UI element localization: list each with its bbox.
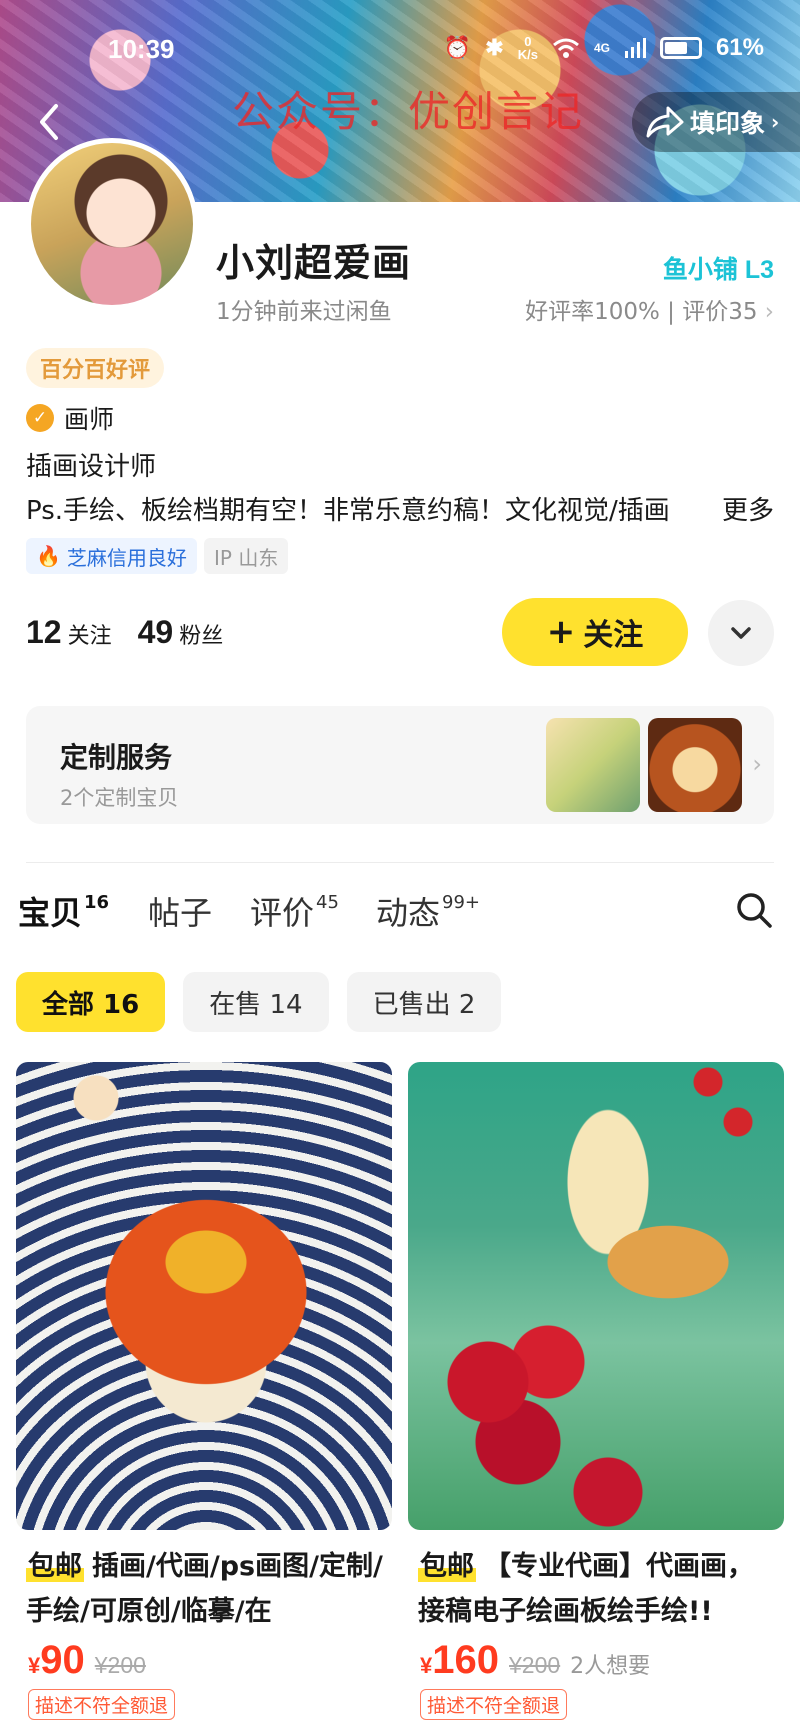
custom-service-title: 定制服务 — [60, 741, 173, 774]
fans-label: 粉丝 — [179, 624, 224, 649]
chevron-down-icon — [731, 627, 751, 639]
refund-tag: 描述不符全额退 — [420, 1689, 568, 1720]
tab-posts[interactable]: 帖子 — [148, 888, 212, 934]
filter-all[interactable]: 全部 16 — [16, 972, 166, 1032]
bio-line: Ps.手绘、板绘档期有空！非常乐意约稿！文化视觉/插画 — [26, 496, 670, 526]
status-icons: ⏰ ✱ 0 K/s 4G 61% — [444, 34, 764, 62]
product-title: 包邮 【专业代画】代画画，接稿电子绘画板绘手绘!! — [408, 1544, 784, 1634]
following-label: 关注 — [67, 624, 112, 649]
product-title: 包邮 插画/代画/ps画图/定制/手绘/可原创/临摹/在 — [16, 1544, 392, 1634]
battery-level: 61% — [715, 34, 764, 61]
watermark: 公众号：优创言记 — [232, 87, 585, 136]
last-seen: 1分钟前来过闲鱼 — [216, 299, 392, 325]
active-tab-indicator — [18, 932, 88, 944]
tab-label: 动态 — [376, 894, 441, 932]
role-text: 画师 — [64, 405, 115, 434]
net-speed: 0 K/s — [517, 34, 538, 62]
alarm-icon: ⏰ — [443, 35, 472, 60]
share-label: 填印象 — [690, 109, 766, 138]
bluetooth-icon: ✱ — [485, 35, 504, 60]
product-card[interactable]: 包邮 【专业代画】代画画，接稿电子绘画板绘手绘!! ¥160 ¥200 2人想要 … — [408, 1062, 784, 1720]
tab-count: 45 — [316, 892, 339, 913]
follow-stats: 12 关注 49 粉丝 — [26, 614, 223, 651]
fans-count: 49 — [137, 614, 174, 650]
product-price: ¥90 — [28, 1638, 85, 1682]
battery-icon — [659, 37, 702, 59]
custom-item-thumbnail — [648, 718, 742, 812]
credit-chip-label: 芝麻信用良好 — [66, 545, 187, 570]
flame-icon: 🔥 — [36, 544, 61, 568]
verified-icon: ✓ — [26, 404, 54, 432]
plus-icon: + — [546, 612, 576, 652]
share-icon — [646, 106, 684, 138]
share-impression-button[interactable]: 填印象 › — [632, 92, 800, 152]
free-shipping-badge: 包邮 — [418, 1551, 476, 1582]
original-price: ¥200 — [94, 1652, 146, 1678]
tab-label: 评价 — [250, 894, 315, 932]
status-time: 10:39 — [108, 34, 175, 64]
tab-count: 16 — [84, 892, 110, 913]
bio-line: 插画设计师 — [26, 452, 157, 482]
ip-chip: IP 山东 — [204, 538, 289, 574]
shop-name: 小刘超爱画 — [216, 241, 412, 285]
following-stat[interactable]: 12 关注 — [26, 614, 112, 651]
role-label: ✓ 画师 — [26, 400, 114, 436]
following-count: 12 — [26, 614, 62, 650]
custom-item-thumbnail — [546, 718, 640, 812]
wants-count: 2人想要 — [570, 1654, 651, 1679]
chevron-right-icon: › — [771, 110, 780, 134]
product-image — [408, 1062, 784, 1530]
custom-service-subtitle: 2个定制宝贝 — [60, 786, 179, 810]
avatar[interactable] — [26, 138, 198, 310]
custom-service-card[interactable]: 定制服务 2个定制宝贝 › — [26, 706, 774, 824]
search-icon[interactable] — [734, 890, 774, 930]
shop-level-badge[interactable]: 鱼小铺 L3 — [663, 250, 774, 286]
bio-more-link[interactable]: 更多 — [695, 490, 774, 527]
signal-icon — [624, 38, 646, 58]
price-row: ¥160 ¥200 2人想要 — [408, 1638, 784, 1683]
tab-bar: 宝贝 16 帖子 评价 45 动态 99+ — [18, 880, 782, 944]
free-shipping-badge: 包邮 — [26, 1551, 84, 1582]
chevron-right-icon: › — [752, 750, 762, 778]
more-options-button[interactable] — [708, 600, 774, 666]
tab-count: 99+ — [442, 892, 481, 913]
chevron-right-icon: › — [764, 299, 774, 325]
credit-chip[interactable]: 🔥 芝麻信用良好 — [26, 538, 197, 574]
follow-label: 关注 — [583, 618, 644, 653]
price-row: ¥90 ¥200 — [16, 1638, 392, 1683]
follow-button[interactable]: + 关注 — [502, 598, 688, 666]
filter-chips: 全部 16 在售 14 已售出 2 — [16, 972, 502, 1032]
product-card[interactable]: 包邮 插画/代画/ps画图/定制/手绘/可原创/临摹/在 ¥90 ¥200 描述不… — [16, 1062, 392, 1720]
product-price: ¥160 — [420, 1638, 499, 1682]
tab-activity[interactable]: 动态 99+ — [376, 888, 480, 934]
refund-tag: 描述不符全额退 — [28, 1689, 176, 1720]
good-review-tag: 百分百好评 — [26, 348, 165, 388]
filter-on-sale[interactable]: 在售 14 — [183, 972, 329, 1032]
tab-reviews[interactable]: 评价 45 — [250, 888, 339, 934]
back-arrow-icon[interactable] — [34, 100, 64, 144]
tab-label: 宝贝 — [18, 894, 83, 932]
tab-items[interactable]: 宝贝 16 — [18, 888, 110, 944]
filter-sold[interactable]: 已售出 2 — [346, 972, 502, 1032]
divider — [26, 862, 774, 863]
original-price: ¥200 — [509, 1652, 561, 1678]
product-image — [16, 1062, 392, 1530]
rating-text: 好评率100% | 评价35 — [525, 299, 758, 325]
status-bar: 10:39 ⏰ ✱ 0 K/s 4G 61% — [0, 32, 800, 68]
rating-link[interactable]: 好评率100% | 评价35 › — [525, 292, 774, 326]
tab-label: 帖子 — [148, 894, 213, 932]
signal-type: 4G — [593, 41, 610, 55]
wifi-icon — [552, 38, 579, 58]
fans-stat[interactable]: 49 粉丝 — [138, 614, 224, 651]
